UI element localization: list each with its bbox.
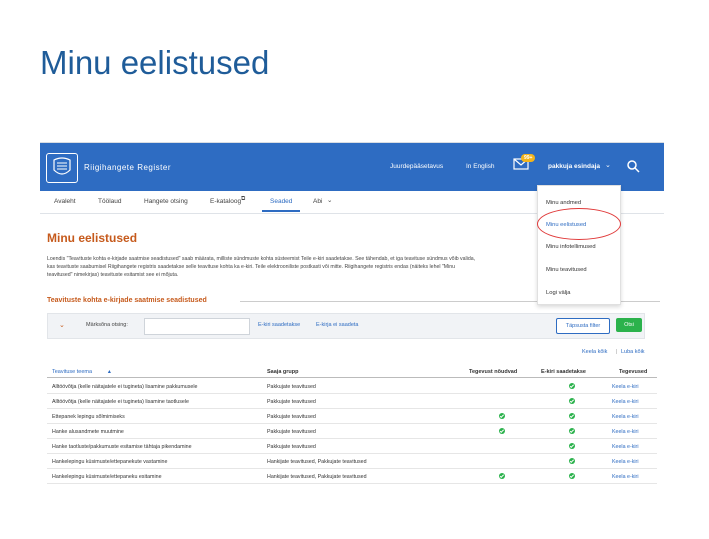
table-row: Hankelepingu küsimuste/ettepanekute vast… (47, 456, 657, 469)
menu-item-logout[interactable]: Logi välja (546, 290, 571, 296)
sort-icon[interactable]: ▴ (108, 369, 111, 375)
table-row: Hankelepingu küsimuste/ettepaneku esitam… (47, 471, 657, 484)
table-row: Alltöövõtja (kelle näitajatele ei tugine… (47, 396, 657, 409)
highlight-circle (537, 208, 621, 240)
row-topic: Hankelepingu küsimuste/ettepanekute vast… (52, 459, 168, 465)
page-title: Minu eelistused (47, 231, 138, 245)
menu-item-my-notifications[interactable]: Minu teavitused (546, 267, 587, 273)
search-button[interactable]: Otsi (616, 318, 642, 332)
nav-avaleht[interactable]: Avaleht (54, 198, 76, 205)
menu-item-my-data[interactable]: Minu andmed (546, 200, 581, 206)
table-header: Teavituse teema ▴ Saaja grupp Tegevust n… (47, 365, 657, 378)
filter-email-not-sent-link[interactable]: E-kirja ei saadeta (316, 322, 359, 328)
screenshot-frame: Riigihangete Register Juurdepääsetavus I… (40, 142, 664, 493)
row-group: Pakkujate teavitused (267, 399, 316, 405)
row-group: Pakkujate teavitused (267, 384, 316, 390)
top-bar: Riigihangete Register Juurdepääsetavus I… (40, 143, 664, 191)
row-topic: Hankelepingu küsimuste/ettepaneku esitam… (52, 474, 162, 480)
slide-title: Minu eelistused (40, 44, 270, 81)
row-disable-email-link[interactable]: Keela e-kiri (612, 429, 639, 435)
search-icon[interactable] (626, 159, 640, 173)
check-icon (569, 473, 575, 479)
nav-hangete-otsing[interactable]: Hangete otsing (144, 198, 188, 205)
row-topic: Alltöövõtja (kelle näitajatele ei tugine… (52, 384, 198, 390)
logo-text[interactable]: Riigihangete Register (84, 163, 171, 172)
check-icon (499, 473, 505, 479)
forbid-all-link[interactable]: Keela kõik (582, 349, 607, 355)
coat-of-arms-logo[interactable] (46, 153, 78, 183)
column-header-group: Saaja grupp (267, 369, 299, 375)
user-menu[interactable]: pakkuja esindaja (548, 163, 600, 170)
row-topic: Alltöövõtja (kelle näitajatele ei tugine… (52, 399, 189, 405)
menu-item-my-subscriptions[interactable]: Minu infotellimused (546, 244, 596, 250)
check-icon (569, 383, 575, 389)
check-icon (569, 443, 575, 449)
column-header-email-sent: E-kiri saadetakse (541, 369, 586, 375)
nav-abi[interactable]: Abi (313, 198, 322, 205)
separator: | (616, 349, 618, 355)
description-line: kas teavituste saabumisel Riigihangete r… (47, 264, 456, 270)
column-header-actions: Tegevused (619, 369, 648, 375)
external-link-icon: ⧉ (241, 196, 246, 202)
nav-toolaud[interactable]: Töölaud (98, 198, 122, 205)
user-dropdown-menu: Minu andmed Minu eelistused Minu infotel… (537, 185, 621, 305)
check-icon (499, 428, 505, 434)
row-disable-email-link[interactable]: Keela e-kiri (612, 459, 639, 465)
row-disable-email-link[interactable]: Keela e-kiri (612, 384, 639, 390)
nav-e-kataloog[interactable]: E-kataloog (210, 198, 241, 205)
page-description: Loendis "Teavituste kohta e-kirjade saat… (47, 255, 617, 279)
mail-badge: 99+ (521, 154, 536, 162)
check-icon (569, 413, 575, 419)
row-disable-email-link[interactable]: Keela e-kiri (612, 414, 639, 420)
table-row: Hanke taotluste/pakkumuste esitamise täh… (47, 441, 657, 454)
table-row: Hanke alusandmete muutmine Pakkujate teav… (47, 426, 657, 439)
description-line: Loendis "Teavituste kohta e-kirjade saat… (47, 256, 476, 262)
column-header-action-required: Tegevust nõudvad (469, 369, 518, 375)
active-tab-indicator (262, 210, 300, 212)
accessibility-link[interactable]: Juurdepääsetavus (390, 163, 443, 170)
row-group: Hankijate teavitused, Pakkujate teavitus… (267, 459, 367, 465)
filter-bar: ⌄ Märksõna otsing: E-kiri saadetakse E-k… (47, 313, 645, 339)
keyword-search-label: Märksõna otsing: (86, 322, 128, 328)
english-link[interactable]: In English (466, 163, 495, 170)
chevron-down-icon[interactable]: ⌄ (59, 321, 65, 329)
check-icon (569, 428, 575, 434)
check-icon (569, 398, 575, 404)
section-title: Teavituste kohta e-kirjade saatmise sead… (47, 297, 207, 304)
table-row: Alltöövõtja (kelle näitajatele ei tugine… (47, 381, 657, 394)
column-header-topic[interactable]: Teavituse teema (52, 369, 92, 375)
row-group: Pakkujate teavitused (267, 444, 316, 450)
nav-seaded[interactable]: Seaded (270, 198, 292, 205)
row-disable-email-link[interactable]: Keela e-kiri (612, 399, 639, 405)
keyword-search-input[interactable] (144, 318, 250, 335)
filter-email-sent-link[interactable]: E-kiri saadetakse (258, 322, 300, 328)
check-icon (499, 413, 505, 419)
chevron-down-icon[interactable]: ⌄ (605, 161, 611, 169)
row-group: Pakkujate teavitused (267, 429, 316, 435)
row-topic: Hanke taotluste/pakkumuste esitamise täh… (52, 444, 192, 450)
row-group: Pakkujate teavitused (267, 414, 316, 420)
description-line: teavitused" nimekirjas) teavituste esita… (47, 272, 179, 278)
check-icon (569, 458, 575, 464)
row-topic: Hanke alusandmete muutmine (52, 429, 124, 435)
allow-all-link[interactable]: Luba kõik (621, 349, 645, 355)
row-disable-email-link[interactable]: Keela e-kiri (612, 444, 639, 450)
table-row: Ettepanek lepingu sõlmimiseks Pakkujate t… (47, 411, 657, 424)
row-group: Hankijate teavitused, Pakkujate teavitus… (267, 474, 367, 480)
row-disable-email-link[interactable]: Keela e-kiri (612, 474, 639, 480)
chevron-down-icon[interactable]: ⌄ (327, 196, 332, 204)
refine-filter-button[interactable]: Täpsusta filter (556, 318, 610, 334)
row-topic: Ettepanek lepingu sõlmimiseks (52, 414, 125, 420)
